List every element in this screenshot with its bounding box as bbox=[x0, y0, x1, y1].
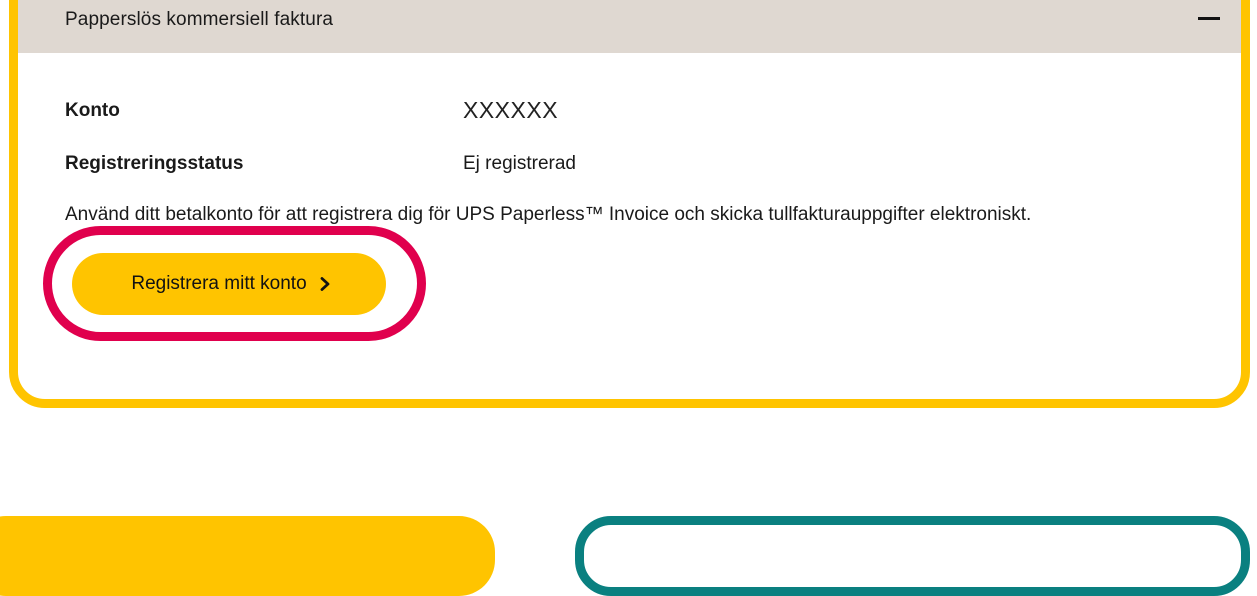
chevron-right-icon bbox=[320, 277, 330, 291]
minus-icon[interactable] bbox=[1198, 17, 1220, 20]
description-text: Använd ditt betalkonto för att registrer… bbox=[65, 204, 1032, 225]
bottom-left-panel bbox=[0, 516, 495, 596]
register-account-button[interactable]: Registrera mitt konto bbox=[72, 253, 386, 315]
paperless-invoice-card: Papperslös kommersiell faktura Konto XXX… bbox=[9, 0, 1250, 408]
card-title: Papperslös kommersiell faktura bbox=[65, 9, 334, 30]
register-button-label: Registrera mitt konto bbox=[131, 273, 307, 294]
account-value: XXXXXX bbox=[463, 97, 559, 123]
registration-status-label: Registreringsstatus bbox=[65, 153, 244, 174]
account-label: Konto bbox=[65, 100, 120, 121]
registration-status-value: Ej registrerad bbox=[463, 153, 576, 174]
bottom-right-panel bbox=[575, 516, 1250, 596]
card-header[interactable]: Papperslös kommersiell faktura bbox=[18, 0, 1241, 53]
